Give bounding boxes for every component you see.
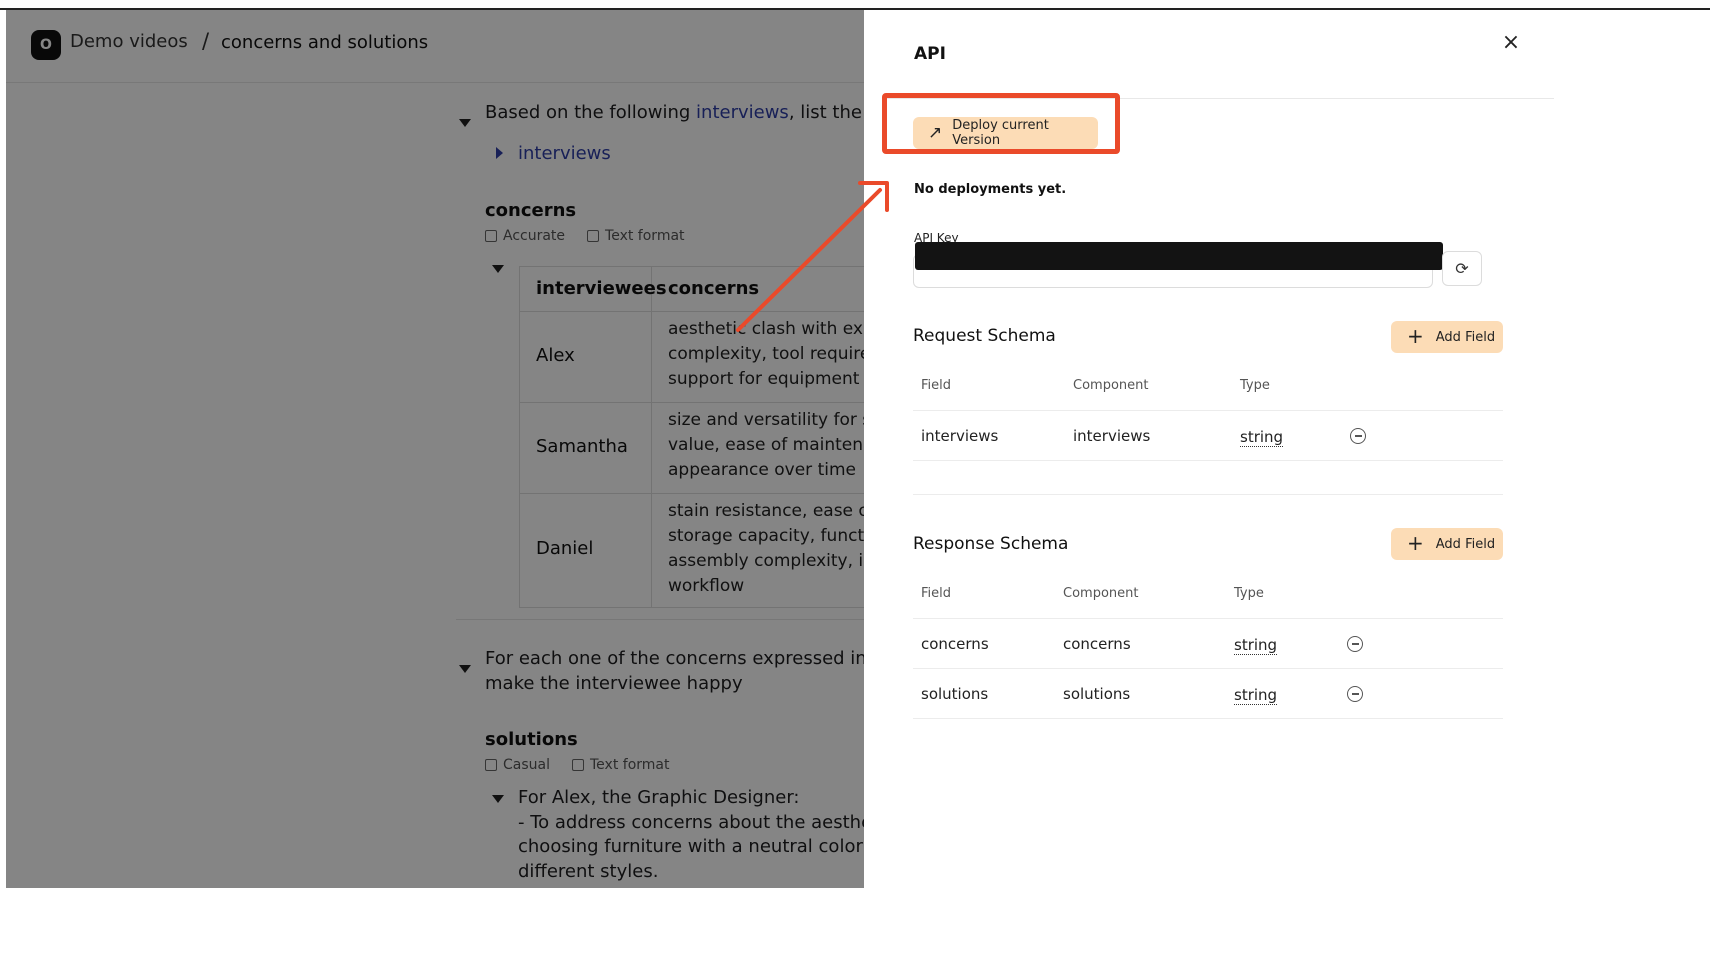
schema-field-cell: concerns [921,635,989,653]
column-header-component: Component [1073,378,1149,393]
column-header-type: Type [1240,378,1270,393]
modal-backdrop[interactable] [6,10,870,974]
column-header-component: Component [1063,586,1139,601]
schema-type-cell[interactable]: string [1240,428,1284,447]
column-header-field: Field [921,586,952,601]
column-header-field: Field [921,378,952,393]
remove-field-icon[interactable] [1350,428,1366,444]
schema-type-cell[interactable]: string [1234,636,1278,655]
schema-field-cell: interviews [921,427,999,445]
schema-field-cell: solutions [921,685,989,703]
request-schema-title: Request Schema [913,326,1056,346]
add-field-label: Add Field [1435,329,1496,345]
annotation-highlight-box [882,93,1120,154]
request-add-field-button[interactable]: + Add Field [1391,321,1503,353]
add-field-label: Add Field [1435,536,1496,552]
schema-type-cell[interactable]: string [1234,686,1278,705]
screen-margin [1554,10,1710,974]
api-key-redaction [915,242,1443,270]
schema-component-cell[interactable]: interviews [1073,427,1150,445]
close-icon[interactable]: × [1500,32,1522,54]
panel-title: API [914,44,946,64]
remove-field-icon[interactable] [1347,686,1363,702]
schema-component-cell[interactable]: solutions [1063,685,1130,703]
schema-component-cell[interactable]: concerns [1063,635,1131,653]
column-header-type: Type [1234,586,1264,601]
remove-field-icon[interactable] [1347,636,1363,652]
plus-icon: + [1407,531,1424,555]
no-deployments-text: No deployments yet. [914,182,1067,197]
response-add-field-button[interactable]: + Add Field [1391,528,1503,560]
response-schema-title: Response Schema [913,534,1069,554]
screen-margin [0,888,1710,974]
plus-icon: + [1407,324,1424,348]
refresh-key-icon[interactable]: ⟳ [1442,251,1482,286]
